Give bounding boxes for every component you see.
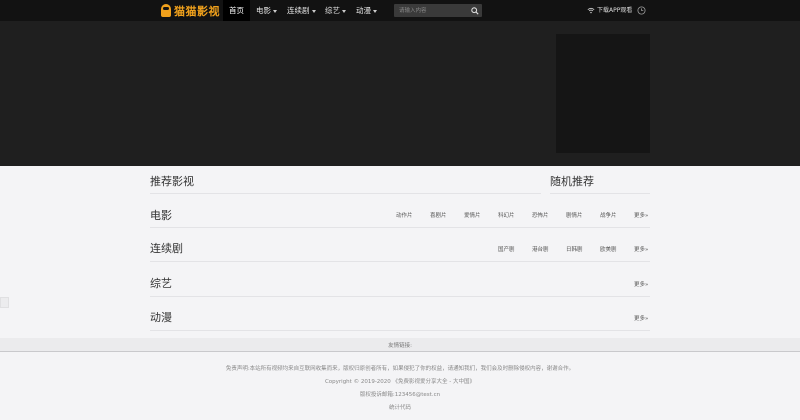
category-link[interactable]: 日韩剧 (566, 245, 583, 253)
nav-item-variety[interactable]: 综艺 (325, 0, 346, 21)
search-icon (470, 6, 479, 15)
banner-side-panel[interactable] (556, 34, 650, 153)
search-button[interactable] (467, 4, 482, 17)
download-app-link[interactable]: 下载APP观看 (587, 0, 632, 21)
category-link[interactable]: 战争片 (600, 211, 617, 219)
site-logo[interactable]: 猫猫影视 (161, 3, 220, 18)
search-box (394, 4, 482, 17)
nav-item-movie[interactable]: 电影 (256, 0, 277, 21)
logo-text: 猫猫影视 (174, 4, 220, 18)
category-link[interactable]: 剧情片 (566, 211, 583, 219)
divider (150, 296, 650, 297)
nav-item-series[interactable]: 连续剧 (287, 0, 316, 21)
friend-links-bar: 友情链接: (0, 338, 800, 352)
divider (150, 193, 541, 194)
series-section-title: 连续剧 (150, 242, 183, 255)
top-navbar: 猫猫影视 首页 电影 连续剧 综艺 动漫 下载APP观看 (0, 0, 800, 21)
variety-more-link[interactable]: 更多» (634, 280, 648, 288)
divider (150, 261, 650, 262)
variety-section-title: 综艺 (150, 277, 172, 290)
series-more-link[interactable]: 更多» (634, 245, 648, 253)
footer-disclaimer: 免责声明:本站所有视频均来自互联网收集而来，版权归原创者所有，如果侵犯了你的权益… (225, 366, 575, 372)
movie-section-title: 电影 (150, 209, 172, 222)
category-link[interactable]: 港台剧 (532, 245, 549, 253)
category-link[interactable]: 科幻片 (498, 211, 515, 219)
chevron-down-icon (342, 9, 346, 13)
footer-copyright: Copyright © 2019-2020 《免费影视爱分享大全 - 大中国》 (324, 379, 476, 385)
friend-links-label: 友情链接: (388, 343, 412, 349)
side-float-tab[interactable] (0, 297, 9, 308)
divider (150, 227, 650, 228)
wifi-icon (587, 7, 595, 14)
nav-item-anime[interactable]: 动漫 (356, 0, 377, 21)
anime-more-link[interactable]: 更多» (634, 314, 648, 322)
nav-item-home[interactable]: 首页 (223, 0, 250, 21)
clock-icon[interactable] (637, 6, 646, 15)
divider (550, 193, 650, 194)
footer-contact: 版权投诉邮箱:123456@test.cn (359, 392, 441, 398)
chevron-down-icon (311, 9, 316, 13)
chevron-down-icon (373, 9, 377, 13)
category-link[interactable]: 欧美剧 (600, 245, 617, 253)
category-link[interactable]: 国产剧 (498, 245, 515, 253)
divider (150, 330, 650, 331)
logo-cat-icon (161, 4, 171, 17)
anime-section-title: 动漫 (150, 311, 172, 324)
category-link[interactable]: 爱情片 (464, 211, 481, 219)
category-link[interactable]: 喜剧片 (430, 211, 447, 219)
chevron-down-icon (273, 9, 277, 13)
category-link[interactable]: 恐怖片 (532, 211, 549, 219)
category-link[interactable]: 动作片 (396, 211, 413, 219)
footer-stats: 统计代码 (388, 405, 411, 411)
recommend-title: 推荐影视 (150, 175, 194, 188)
random-title: 随机推荐 (550, 175, 594, 188)
hero-banner[interactable] (0, 21, 800, 166)
search-input[interactable] (394, 4, 466, 17)
movie-more-link[interactable]: 更多» (634, 211, 648, 219)
